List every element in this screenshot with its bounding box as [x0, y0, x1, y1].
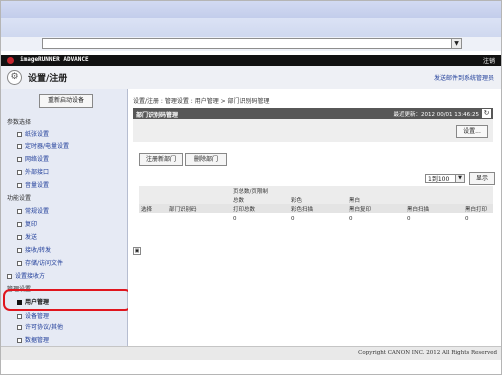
browser-title-band [1, 1, 501, 18]
brand-name: imageRUNNER ADVANCE [20, 56, 89, 63]
table-group-header: 页总数/页限制 [231, 186, 493, 195]
sidebar-item-paper[interactable]: 纸张设置 [17, 129, 49, 138]
sidebar-item-label: 发送 [25, 234, 38, 241]
delete-department-button[interactable]: 删除部门 [185, 153, 227, 166]
department-table: 页总数/页限制 总数 彩色 黑白 选择 部门识别码 打印总数 彩色扫描 黑白复印… [139, 186, 493, 224]
sidebar-item-label: 许可协议/其他 [25, 324, 64, 331]
sidebar-item-label: 接收/转发 [25, 247, 52, 254]
sidebar-item-label: 音量设置 [25, 182, 50, 189]
sidebar-item-label: 网络设置 [25, 156, 50, 163]
bullet-icon [17, 235, 22, 240]
sidebar-item-send[interactable]: 发送 [17, 232, 37, 241]
restart-device-button[interactable]: 重新启动设备 [39, 94, 93, 108]
table-header-row: 页总数/页限制 [139, 186, 493, 195]
sidebar-item-label: 存储/访问文件 [25, 260, 64, 267]
address-dropdown-button[interactable]: ▼ [451, 38, 462, 49]
sidebar-item-timer[interactable]: 定时器/电量设置 [17, 141, 69, 150]
table-cell: 0 [347, 213, 405, 224]
table-column-header: 黑白扫描 [405, 204, 463, 213]
address-input[interactable] [42, 38, 462, 49]
table-column-header: 打印总数 [231, 204, 289, 213]
sidebar-item-label: 定时器/电量设置 [25, 143, 70, 150]
table-cell: 0 [463, 213, 493, 224]
register-department-button[interactable]: 注册新部门 [139, 153, 183, 166]
sidebar-item-label: 纸张设置 [25, 131, 50, 138]
sidebar-item-label: 常规设置 [25, 208, 50, 215]
sidebar-item-destination[interactable]: 设置接收方 [7, 271, 45, 280]
browser-toolbar-band [1, 18, 501, 37]
chevron-down-icon: ▼ [455, 175, 464, 182]
sidebar-section-functions[interactable]: 功能设置 [7, 193, 31, 202]
settings-gear-icon: ⚙ [7, 70, 22, 85]
sidebar-item-label: 数据管理 [25, 337, 50, 344]
bullet-icon [17, 144, 22, 149]
sidebar-item-license[interactable]: 许可协议/其他 [17, 322, 63, 331]
page-section-title: 设置/注册 [28, 74, 68, 84]
page-range-select[interactable]: 1到100 ▼ [425, 174, 465, 183]
table-cell [167, 213, 231, 224]
sidebar-item-common[interactable]: 常规设置 [17, 206, 49, 215]
sidebar-item-label: 复印 [25, 221, 38, 228]
table-row: 0 0 0 0 0 [139, 213, 493, 224]
table-column-header: 彩色扫描 [289, 204, 347, 213]
table-column-header: 部门识别码 [167, 204, 231, 213]
bullet-icon [17, 325, 22, 330]
bullet-icon [17, 132, 22, 137]
bullet-icon [17, 248, 22, 253]
table-subheader-bw: 黑白 [347, 195, 405, 204]
sidebar-item-data-management[interactable]: 数据管理 [17, 335, 49, 344]
sidebar-item-interface[interactable]: 外部接口 [17, 167, 49, 176]
table-cell: 0 [289, 213, 347, 224]
sidebar-item-network[interactable]: 网络设置 [17, 154, 49, 163]
breadcrumb: 设置/注册 : 管理设置 : 用户管理 > 部门识别码管理 [133, 98, 270, 105]
table-column-header: 黑白复印 [347, 204, 405, 213]
refresh-icon[interactable]: ↻ [482, 109, 491, 118]
title-bar: ⚙ 设置/注册 发送邮件到系统管理员 [1, 66, 501, 90]
bullet-icon [17, 183, 22, 188]
table-cell [139, 213, 167, 224]
user-management-highlight [3, 289, 132, 311]
bullet-icon [7, 274, 12, 279]
sidebar-item-label: 设备管理 [25, 313, 50, 320]
bullet-icon [17, 209, 22, 214]
sidebar-item-copy[interactable]: 复印 [17, 219, 37, 228]
table-column-header: 黑白打印 [463, 204, 493, 213]
sidebar-item-device-management[interactable]: 设备管理 [17, 311, 49, 320]
last-update-text: 最近更新：2012 00/01 13:46:25 [393, 112, 479, 118]
email-admin-link[interactable]: 发送邮件到系统管理员 [434, 73, 494, 82]
logout-link[interactable]: 注销 [483, 56, 495, 65]
table-cell: 0 [405, 213, 463, 224]
page-header-bar: 部门识别码管理 最近更新：2012 00/01 13:46:25 ↻ [133, 108, 493, 119]
copyright-text: Copyright CANON INC. 2012 All Rights Res… [358, 350, 497, 356]
info-icon[interactable]: ▣ [133, 247, 141, 255]
settings-area: 设置... [133, 119, 493, 142]
page-title: 部门识别码管理 [136, 112, 179, 119]
footer: Copyright CANON INC. 2012 All Rights Res… [1, 346, 501, 360]
sidebar-item-label: 外部接口 [25, 169, 50, 176]
bullet-icon [17, 314, 22, 319]
sidebar-item-receive[interactable]: 接收/转发 [17, 245, 51, 254]
sidebar-item-store[interactable]: 存储/访问文件 [17, 258, 63, 267]
table-subheader-total: 总数 [231, 195, 289, 204]
bullet-icon [17, 157, 22, 162]
show-button[interactable]: 显示 [469, 172, 495, 185]
bullet-icon [17, 338, 22, 343]
table-column-header: 选择 [139, 204, 167, 213]
table-header-row: 总数 彩色 黑白 [139, 195, 493, 204]
bullet-icon [17, 222, 22, 227]
brand-logo-icon [7, 57, 14, 64]
sidebar-item-label: 设置接收方 [15, 273, 46, 280]
settings-button[interactable]: 设置... [456, 125, 488, 138]
table-cell: 0 [231, 213, 289, 224]
brand-bar: imageRUNNER ADVANCE 注销 [1, 55, 501, 66]
table-header-row: 选择 部门识别码 打印总数 彩色扫描 黑白复印 黑白扫描 黑白打印 [139, 204, 493, 213]
page-range-value: 1到100 [428, 176, 450, 183]
bullet-icon [17, 261, 22, 266]
table-subheader-color: 彩色 [289, 195, 347, 204]
sidebar-section-preferences[interactable]: 参数选择 [7, 117, 31, 126]
bullet-icon [17, 170, 22, 175]
sidebar-item-volume[interactable]: 音量设置 [17, 180, 49, 189]
